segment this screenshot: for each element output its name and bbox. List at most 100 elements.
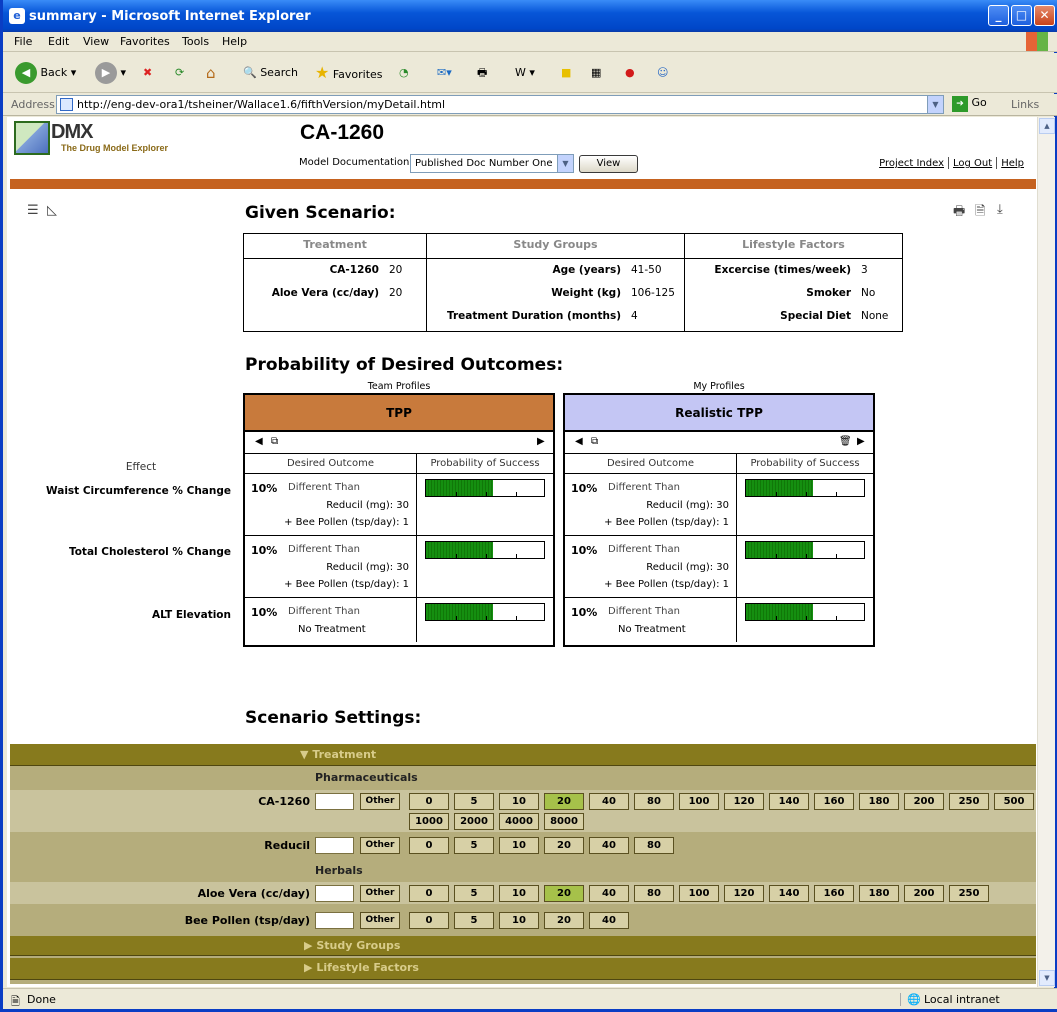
refresh-icon[interactable]: ⟳ bbox=[175, 61, 184, 85]
doc-select[interactable]: Published Doc Number One ▼ bbox=[410, 154, 574, 173]
menu-tools[interactable]: Tools bbox=[182, 35, 209, 48]
value-button[interactable]: 5 bbox=[454, 912, 494, 929]
lifestyle-section-bar[interactable]: ▶ Lifestyle Factors bbox=[10, 958, 1036, 980]
view-button[interactable]: View bbox=[579, 155, 638, 173]
profile-name[interactable]: TPP bbox=[245, 395, 553, 432]
value-button[interactable]: 40 bbox=[589, 912, 629, 929]
value-button[interactable]: 100 bbox=[679, 793, 719, 810]
value-button[interactable]: 120 bbox=[724, 793, 764, 810]
value-button[interactable]: 40 bbox=[589, 793, 629, 810]
value-button[interactable]: 140 bbox=[769, 885, 809, 902]
mail-icon[interactable]: ✉▾ bbox=[437, 61, 452, 85]
go-button[interactable]: ➔ Go bbox=[952, 96, 987, 112]
value-button[interactable]: 100 bbox=[679, 885, 719, 902]
value-button[interactable]: 120 bbox=[724, 885, 764, 902]
other-button[interactable]: Other bbox=[360, 837, 400, 854]
value-button[interactable]: 200 bbox=[904, 885, 944, 902]
value-button[interactable]: 40 bbox=[589, 837, 629, 854]
setting-custom-input[interactable] bbox=[315, 837, 354, 854]
value-button[interactable]: 5 bbox=[454, 837, 494, 854]
back-button[interactable]: ◀ Back ▾ bbox=[15, 61, 76, 85]
menu-file[interactable]: File bbox=[14, 35, 32, 48]
value-button[interactable]: 20 bbox=[544, 885, 584, 902]
value-button[interactable]: 10 bbox=[499, 793, 539, 810]
value-button[interactable]: 200 bbox=[904, 793, 944, 810]
value-button[interactable]: 160 bbox=[814, 793, 854, 810]
treatment-section-bar[interactable]: ▼ Treatment bbox=[10, 744, 1036, 766]
address-input[interactable]: http://eng-dev-ora1/tsheiner/Wallace1.6/… bbox=[56, 95, 944, 114]
value-button[interactable]: 0 bbox=[409, 912, 449, 929]
value-button[interactable]: 4000 bbox=[499, 813, 539, 830]
other-button[interactable]: Other bbox=[360, 912, 400, 929]
project-index-link[interactable]: Project Index bbox=[875, 158, 948, 169]
value-button[interactable]: 0 bbox=[409, 793, 449, 810]
discuss-icon[interactable]: ■ bbox=[561, 61, 571, 85]
copy-icon[interactable]: ⧉ bbox=[271, 436, 278, 447]
study-groups-section-bar[interactable]: ▶ Study Groups bbox=[10, 936, 1036, 956]
messenger-icon[interactable]: ● bbox=[625, 61, 635, 85]
value-button[interactable]: 80 bbox=[634, 837, 674, 854]
value-button[interactable]: 8000 bbox=[544, 813, 584, 830]
value-button[interactable]: 10 bbox=[499, 885, 539, 902]
value-button[interactable]: 10 bbox=[499, 837, 539, 854]
value-button[interactable]: 40 bbox=[589, 885, 629, 902]
value-button[interactable]: 10 bbox=[499, 912, 539, 929]
menu-edit[interactable]: Edit bbox=[48, 35, 69, 48]
value-button[interactable]: 80 bbox=[634, 793, 674, 810]
value-button[interactable]: 20 bbox=[544, 912, 584, 929]
vertical-scrollbar[interactable]: ▲ ▼ bbox=[1037, 117, 1055, 987]
links-label[interactable]: Links bbox=[1011, 98, 1039, 111]
trash-icon[interactable]: 🗑 bbox=[839, 436, 852, 447]
menu-view[interactable]: View bbox=[83, 35, 109, 48]
value-button[interactable]: 2000 bbox=[454, 813, 494, 830]
research-icon[interactable]: ▦ bbox=[591, 61, 601, 85]
list-view-icon[interactable]: ☰ bbox=[27, 203, 39, 218]
value-button[interactable]: 140 bbox=[769, 793, 809, 810]
menu-help[interactable]: Help bbox=[222, 35, 247, 48]
scroll-down-icon[interactable]: ▼ bbox=[1039, 970, 1055, 986]
value-button[interactable]: 80 bbox=[634, 885, 674, 902]
value-button[interactable]: 20 bbox=[544, 837, 584, 854]
other-button[interactable]: Other bbox=[360, 885, 400, 902]
value-button[interactable]: 250 bbox=[949, 793, 989, 810]
download-icon[interactable]: ⤓ bbox=[997, 202, 1003, 217]
value-button[interactable]: 0 bbox=[409, 885, 449, 902]
stop-icon[interactable]: ✖ bbox=[143, 61, 152, 85]
print-icon[interactable]: 🖶 bbox=[477, 61, 487, 85]
minimize-button[interactable]: _ bbox=[988, 5, 1009, 26]
value-button[interactable]: 0 bbox=[409, 837, 449, 854]
contacts-icon[interactable]: ☺ bbox=[657, 61, 668, 85]
print-page-icon[interactable]: 🖶 bbox=[953, 202, 965, 224]
value-button[interactable]: 500 bbox=[994, 793, 1034, 810]
setting-custom-input[interactable] bbox=[315, 912, 354, 929]
chevron-down-icon[interactable]: ▼ bbox=[557, 155, 573, 172]
value-button[interactable]: 180 bbox=[859, 885, 899, 902]
value-button[interactable]: 5 bbox=[454, 793, 494, 810]
next-arrow-icon[interactable]: ▶ bbox=[857, 436, 865, 447]
ruler-icon[interactable]: ◺ bbox=[47, 203, 57, 218]
log-out-link[interactable]: Log Out bbox=[949, 158, 996, 169]
address-dropdown-icon[interactable]: ▼ bbox=[927, 96, 943, 113]
copy-icon[interactable]: ⧉ bbox=[591, 436, 598, 447]
forward-button[interactable]: ▶ ▾ bbox=[95, 61, 126, 85]
menu-favorites[interactable]: Favorites bbox=[120, 35, 170, 48]
maximize-button[interactable]: □ bbox=[1011, 5, 1032, 26]
prev-arrow-icon[interactable]: ◀ bbox=[255, 436, 263, 447]
edit-icon[interactable]: W ▾ bbox=[515, 61, 535, 85]
value-button[interactable]: 20 bbox=[544, 793, 584, 810]
value-button[interactable]: 5 bbox=[454, 885, 494, 902]
prev-arrow-icon[interactable]: ◀ bbox=[575, 436, 583, 447]
preview-icon[interactable]: 🗎 bbox=[975, 202, 985, 224]
home-icon[interactable]: ⌂ bbox=[206, 61, 216, 85]
setting-custom-input[interactable] bbox=[315, 793, 354, 810]
profile-name[interactable]: Realistic TPP bbox=[565, 395, 873, 432]
close-button[interactable]: ✕ bbox=[1034, 5, 1055, 26]
help-link[interactable]: Help bbox=[997, 158, 1028, 169]
next-arrow-icon[interactable]: ▶ bbox=[537, 436, 545, 447]
setting-custom-input[interactable] bbox=[315, 885, 354, 902]
history-icon[interactable]: ◔ bbox=[399, 61, 409, 85]
value-button[interactable]: 250 bbox=[949, 885, 989, 902]
value-button[interactable]: 1000 bbox=[409, 813, 449, 830]
favorites-button[interactable]: ★ Favorites bbox=[315, 61, 383, 85]
scroll-up-icon[interactable]: ▲ bbox=[1039, 118, 1055, 134]
